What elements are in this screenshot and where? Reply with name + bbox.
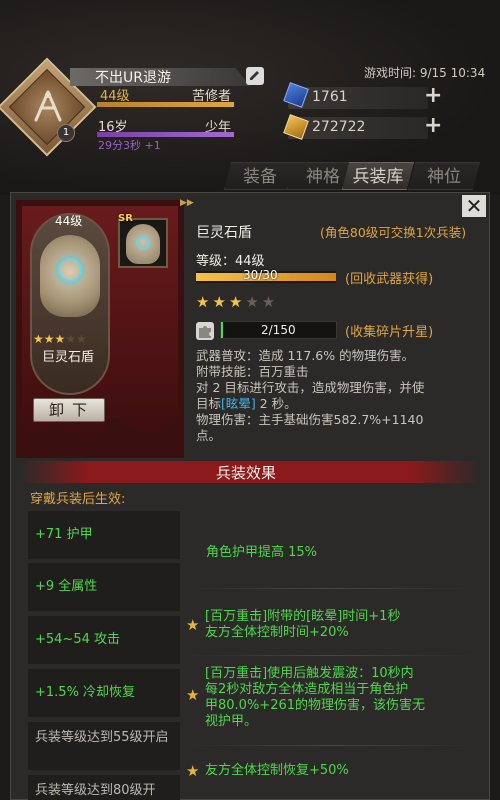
effect-armor-bonus: 角色护甲提高 15% bbox=[206, 545, 318, 560]
item-level: 44级 bbox=[55, 214, 83, 228]
effect-divider bbox=[186, 588, 476, 589]
ribbon-arrow-icon: ▶▶ bbox=[180, 198, 194, 208]
stat-all-attributes: +9 全属性 bbox=[28, 563, 180, 611]
weapon-name: 巨灵石盾 bbox=[196, 225, 252, 241]
effects-subtitle: 穿戴兵装后生效: bbox=[30, 492, 126, 507]
exp-text: 30/30 bbox=[243, 268, 278, 282]
blue-gem-bar bbox=[288, 87, 428, 109]
effects-title: 兵装效果 bbox=[216, 464, 277, 482]
close-button[interactable]: ✕ bbox=[461, 194, 487, 218]
effect-line: [百万重击]使用后触发震波：10秒内 bbox=[205, 666, 414, 681]
shield-rune-icon bbox=[58, 258, 82, 282]
tab-armory[interactable]: 兵装库 bbox=[342, 162, 414, 190]
desc-line: 点。 bbox=[196, 428, 222, 443]
effect-line: 视护甲。 bbox=[205, 714, 258, 729]
fragment-note: (收集碎片升星) bbox=[345, 325, 434, 340]
unlock-level-55: 兵装等级达到55级开启 bbox=[28, 722, 180, 770]
effect-divider bbox=[186, 745, 476, 746]
player-rank-badge: 1 bbox=[57, 124, 75, 142]
game-time: 游戏时间: 9/15 10:34 bbox=[364, 66, 486, 80]
age-timer: 29分3秒 +1 bbox=[98, 139, 161, 152]
unequip-button[interactable]: 卸下 bbox=[33, 398, 105, 422]
desc-line: 物理伤害：主手基础伤害582.7%+1140 bbox=[196, 412, 424, 427]
edit-icon[interactable] bbox=[246, 67, 264, 85]
unlock-level-80: 兵装等级达到80级开 bbox=[28, 775, 180, 800]
effect-shockwave: [百万重击]使用后触发震波：10秒内 每2秒对敌方全体造成相当于角色护 甲80.… bbox=[205, 666, 450, 730]
tab-equipment[interactable]: 装备 bbox=[224, 162, 296, 190]
effect-divider bbox=[186, 655, 476, 656]
effect-line: 每2秒对敌方全体造成相当于角色护 bbox=[205, 682, 409, 697]
weapon-level: 等级：44级 bbox=[196, 254, 265, 269]
desc-text: 2 秒。 bbox=[255, 396, 297, 411]
desc-line: 武器普攻：造成 117.6% 的物理伤害。 bbox=[196, 348, 415, 363]
stat-attack: +54~54 攻击 bbox=[28, 616, 180, 664]
desc-text: 目标 bbox=[196, 396, 222, 411]
thumbnail-rune-icon bbox=[136, 236, 150, 250]
gold-count: 272722 bbox=[312, 119, 366, 135]
effect-line: 友方全体控制时间+20% bbox=[205, 625, 349, 640]
fragment-count: 2/150 bbox=[261, 323, 296, 337]
add-blue-gem-button[interactable]: + bbox=[424, 85, 442, 107]
add-gold-button[interactable]: + bbox=[424, 115, 442, 137]
stat-armor: +71 护甲 bbox=[28, 511, 180, 559]
star-icon: ★ bbox=[186, 762, 200, 780]
tab-divine-seat[interactable]: 神位 bbox=[408, 162, 480, 190]
star-icon: ★ bbox=[186, 616, 200, 634]
weapon-description: 武器普攻：造成 117.6% 的物理伤害。 附带技能：百万重击 对 2 目标进行… bbox=[196, 348, 476, 444]
exchange-note: (角色80级可交换1次兵装) bbox=[320, 225, 467, 240]
level-progress-bar bbox=[97, 102, 234, 107]
effect-dizzy-bonus: [百万重击]附带的[眩晕]时间+1秒 友方全体控制时间+20% bbox=[205, 609, 465, 641]
weapon-stars-filled: ★★★ bbox=[196, 293, 246, 311]
stat-cooldown: +1.5% 冷却恢复 bbox=[28, 669, 180, 717]
blue-gem-count: 1761 bbox=[312, 89, 348, 105]
recycle-note: (回收武器获得) bbox=[345, 272, 434, 287]
rarity-badge: SR bbox=[118, 213, 133, 224]
item-name: 巨灵石盾 bbox=[42, 350, 95, 365]
weapon-stars-empty: ★★ bbox=[245, 293, 279, 311]
puzzle-piece-icon bbox=[196, 322, 214, 340]
star-icon: ★ bbox=[186, 686, 200, 704]
item-stars-empty: ★★ bbox=[65, 332, 87, 346]
weapon-star-rating: ★★★★★ bbox=[196, 293, 278, 311]
effect-control-recovery: 友方全体控制恢复+50% bbox=[205, 763, 349, 778]
effect-line: 甲80.0%+261的物理伤害，该伤害无 bbox=[205, 698, 426, 713]
effect-line: [百万重击]附带的[眩晕]时间+1秒 bbox=[205, 609, 401, 624]
dizzy-link[interactable]: [眩晕] bbox=[221, 396, 256, 411]
ascetic-avatar-icon bbox=[34, 90, 62, 122]
desc-line: 目标[眩晕] 2 秒。 bbox=[196, 396, 476, 412]
item-star-rating: ★★★★★ bbox=[33, 332, 87, 346]
player-name: 不出UR退游 bbox=[95, 70, 171, 86]
fragment-bar-fill bbox=[221, 322, 223, 338]
desc-line: 附带技能：百万重击 bbox=[196, 364, 309, 379]
item-stars-filled: ★★★ bbox=[33, 332, 66, 346]
desc-line: 对 2 目标进行攻击，造成物理伤害，并使 bbox=[196, 380, 425, 395]
